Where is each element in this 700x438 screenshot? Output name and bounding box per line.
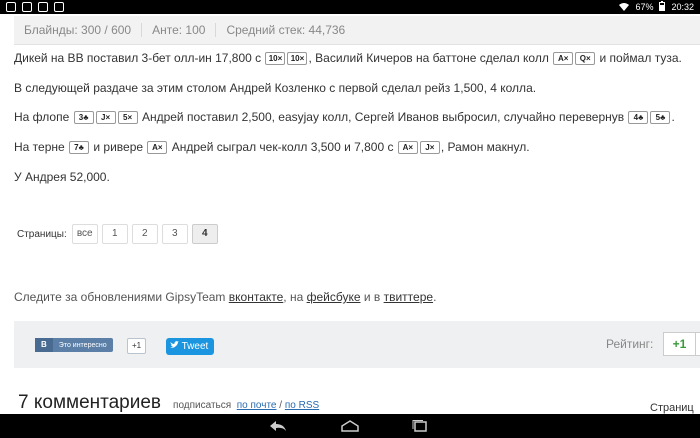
battery-icon: [659, 1, 666, 13]
paragraph-text: На флопе: [14, 110, 73, 124]
vk-like-button[interactable]: В Это интересно: [35, 338, 113, 352]
card-seven-clubs: 7 ♣: [69, 140, 90, 154]
club-icon: ×: [157, 142, 163, 152]
club-icon: ♣: [638, 112, 644, 122]
card-ten-clubs: 10 ×: [265, 51, 286, 65]
mail-icon: [6, 2, 16, 12]
home-icon[interactable]: [340, 420, 360, 432]
card-jack-clubs: J ×: [95, 110, 116, 124]
subscribe-area: подписаться по почте / по RSS: [173, 400, 320, 411]
paragraph-text: Дикей на ВВ поставил 3-бет олл-ин 17,800…: [14, 51, 265, 65]
twitter-link[interactable]: твиттере: [384, 290, 433, 304]
club-icon: ×: [277, 53, 283, 63]
vkontakte-link[interactable]: вконтакте: [229, 290, 284, 304]
vk-logo-icon: В: [35, 338, 53, 352]
paragraph-text: .: [671, 110, 675, 124]
blinds-info: Блайнды: 300 / 600: [14, 23, 143, 37]
comments-count-title: 7 комментариев: [18, 392, 162, 413]
comments-header: 7 комментариев подписаться по почте / по…: [18, 392, 319, 414]
card-three-clubs: 3 ♣: [73, 110, 94, 124]
rating-label: Рейтинг:: [606, 337, 654, 351]
club-icon: ♣: [83, 112, 89, 122]
ante-info: Анте: 100: [142, 23, 217, 37]
page-link-4-current[interactable]: 4: [191, 224, 218, 244]
paragraph-text: Андрей поставил 2,500, easyjay колл, Сер…: [138, 110, 628, 124]
paragraph-text: и поймал туза.: [596, 51, 682, 65]
card-ace-clubs: A ×: [397, 140, 418, 154]
comments-pages-label: Страниц: [650, 402, 694, 414]
card-queen-clubs: Q ×: [575, 51, 596, 65]
article-paragraph: На флопе 3 ♣ J × 5 × Андрей поставил 2,500,…: [14, 110, 675, 124]
club-icon: ×: [429, 142, 435, 152]
download-icon: [38, 2, 48, 12]
pagination: Страницы: все 1 2 3 4: [14, 224, 222, 244]
article-paragraph: У Андрея 52,000.: [14, 170, 110, 184]
social-share-bar: В Это интересно +1 Tweet Рейтинг: +1: [14, 321, 700, 368]
page-link-3[interactable]: 3: [161, 224, 188, 244]
paragraph-text: Андрей сыграл чек-колл 3,500 и 7,800 с: [168, 140, 397, 154]
vk-like-label: Это интересно: [58, 341, 107, 349]
subscribe-mail-link[interactable]: по почте: [237, 400, 277, 411]
card-ten-clubs: 10 ×: [287, 51, 308, 65]
article-paragraph: Дикей на ВВ поставил 3-бет олл-ин 17,800…: [14, 51, 682, 65]
follow-notice: Следите за обновлениями GipsyTeam вконта…: [14, 290, 437, 304]
rating-value[interactable]: +1: [663, 332, 696, 356]
article-paragraph: В следующей раздаче за этим столом Андре…: [14, 81, 536, 95]
paragraph-text: , Василий Кичеров на баттоне сделал колл: [308, 51, 553, 65]
club-icon: ♣: [78, 142, 84, 152]
back-icon[interactable]: [268, 420, 288, 432]
app-icon: [54, 2, 64, 12]
paragraph-text: У Андрея 52,000.: [14, 170, 110, 184]
article-paragraph: На терне 7 ♣ и ривере A × Андрей сыграл че…: [14, 140, 530, 154]
tweet-button[interactable]: Tweet: [166, 338, 215, 355]
card-ace-clubs: A ×: [147, 140, 168, 154]
recent-apps-icon[interactable]: [410, 420, 430, 432]
twitter-bird-icon: [170, 341, 182, 352]
card-four-clubs: 4 ♣: [628, 110, 649, 124]
pagination-label: Страницы:: [17, 228, 67, 240]
vk-like-count: +1: [127, 338, 147, 354]
paragraph-text: В следующей раздаче за этим столом Андре…: [14, 81, 537, 95]
clock: 20:32: [671, 2, 694, 12]
club-icon: ♣: [660, 112, 666, 122]
page-link-all[interactable]: все: [71, 224, 98, 244]
club-icon: ×: [299, 53, 305, 63]
card-five-clubs: 5 ×: [117, 110, 138, 124]
tournament-info-bar: Блайнды: 300 / 600 Анте: 100 Средний сте…: [14, 16, 700, 45]
paragraph-text: , Рамон макнул.: [440, 140, 530, 154]
rating-vote-button[interactable]: [695, 332, 700, 356]
wifi-icon: [619, 2, 630, 13]
card-jack-clubs: J ×: [419, 140, 440, 154]
android-navigation-bar: [0, 414, 700, 438]
club-icon: ×: [105, 112, 111, 122]
club-icon: ×: [127, 112, 133, 122]
keyboard-icon: [22, 2, 32, 12]
paragraph-text: На терне: [14, 140, 69, 154]
battery-level: 67%: [635, 2, 654, 12]
tweet-label: Tweet: [181, 341, 209, 352]
page-link-2[interactable]: 2: [131, 224, 158, 244]
paragraph-text: и ривере: [90, 140, 147, 154]
facebook-link[interactable]: фейсбуке: [307, 290, 361, 304]
avg-stack-info: Средний стек: 44,736: [226, 23, 346, 37]
card-five-clubs: 5 ♣: [650, 110, 671, 124]
club-icon: ×: [408, 142, 414, 152]
page-link-1[interactable]: 1: [101, 224, 128, 244]
club-icon: ×: [563, 53, 569, 63]
subscribe-rss-link[interactable]: по RSS: [285, 400, 319, 411]
status-bar: 67% 20:32: [0, 0, 700, 14]
card-ace-clubs: A ×: [553, 51, 574, 65]
club-icon: ×: [585, 53, 591, 63]
